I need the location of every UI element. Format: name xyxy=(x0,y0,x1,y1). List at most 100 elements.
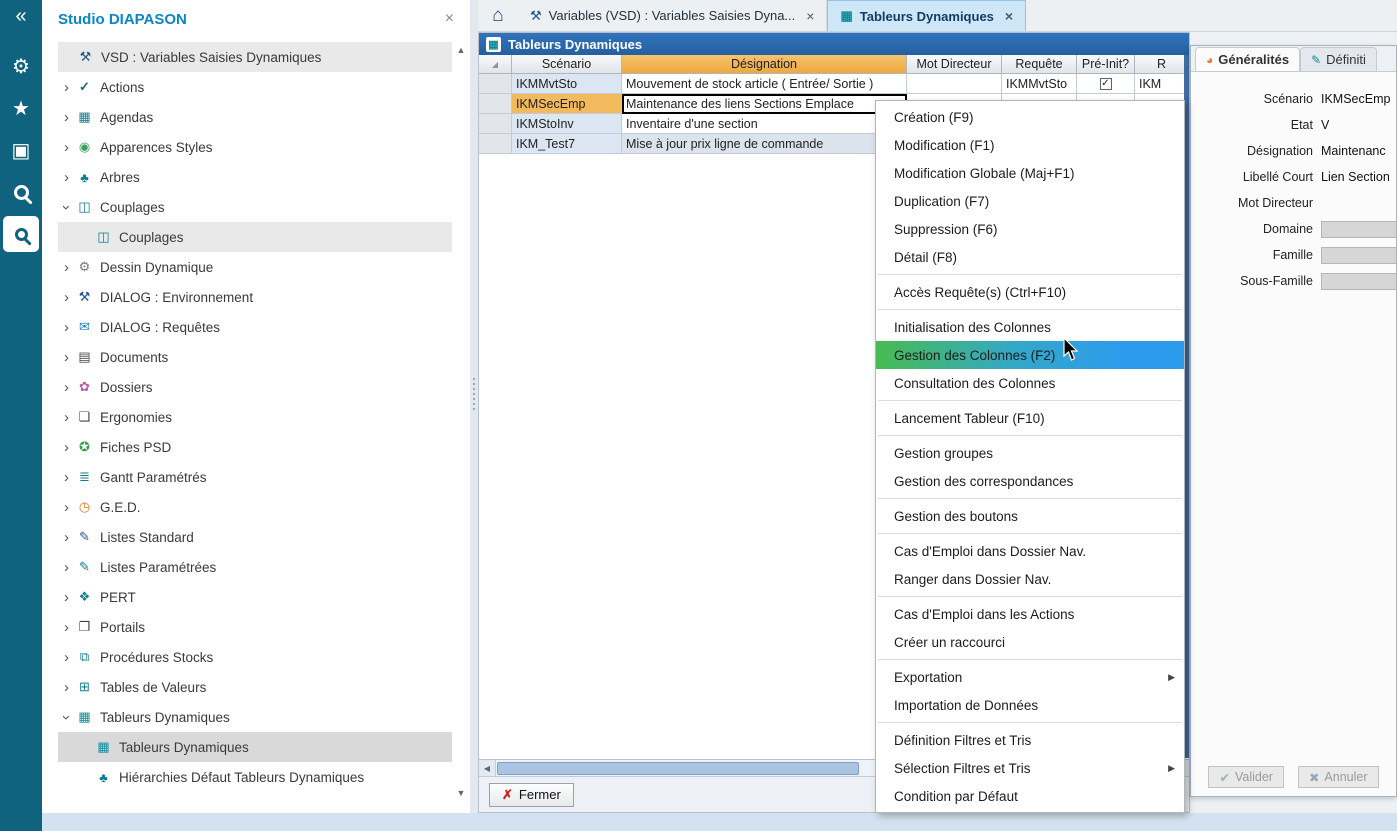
menu-item-modification-globale[interactable]: Modification Globale (Maj+F1) xyxy=(876,159,1184,187)
chevron-right-icon[interactable] xyxy=(58,649,75,666)
row-selector[interactable] xyxy=(479,134,512,154)
home-button[interactable]: ⌂ xyxy=(478,0,518,31)
row-selector[interactable] xyxy=(479,114,512,134)
row-selector[interactable] xyxy=(479,74,512,94)
column-header-scenario[interactable]: Scénario xyxy=(512,55,622,74)
scroll-up-icon[interactable]: ▲ xyxy=(454,44,468,56)
menu-item-condition-par-defaut[interactable]: Condition par Défaut xyxy=(876,782,1184,810)
scrollbar-thumb[interactable] xyxy=(497,762,859,775)
sidebar-item-ged[interactable]: ◷ G.E.D. xyxy=(58,492,452,522)
cell-scenario[interactable]: IKMMvtSto xyxy=(512,74,622,94)
sidebar-item-tableurs-dynamiques[interactable]: ▦ Tableurs Dynamiques xyxy=(58,732,452,762)
sidebar-item-agendas[interactable]: ▦ Agendas xyxy=(58,102,452,132)
menu-item-creation[interactable]: Création (F9) xyxy=(876,103,1184,131)
collapse-sidebar-button[interactable]: « xyxy=(3,2,39,30)
menu-item-exportation[interactable]: Exportation▶ xyxy=(876,663,1184,691)
annuler-button[interactable]: ✖ Annuler xyxy=(1298,766,1379,788)
sidebar-item-fiches-psd[interactable]: ✪ Fiches PSD xyxy=(58,432,452,462)
chevron-right-icon[interactable] xyxy=(58,529,75,546)
screens-button[interactable]: ▣ xyxy=(3,132,39,168)
chevron-right-icon[interactable] xyxy=(58,109,75,126)
studio-search-button-active[interactable] xyxy=(3,216,39,252)
sous-famille-input[interactable] xyxy=(1321,273,1397,290)
sidebar-item-dossiers[interactable]: ✿ Dossiers xyxy=(58,372,452,402)
sidebar-item-gantt-parametres[interactable]: ≣ Gantt Paramétrés xyxy=(58,462,452,492)
chevron-down-icon[interactable] xyxy=(58,199,75,216)
menu-item-selection-filtres-tris[interactable]: Sélection Filtres et Tris▶ xyxy=(876,754,1184,782)
tab-generalites[interactable]: ◕ Généralités xyxy=(1195,47,1300,71)
menu-item-modification[interactable]: Modification (F1) xyxy=(876,131,1184,159)
menu-item-cas-emploi-actions[interactable]: Cas d'Emploi dans les Actions xyxy=(876,600,1184,628)
cell-r[interactable]: IKM xyxy=(1135,74,1189,94)
cell-designation[interactable]: Inventaire d'une section xyxy=(622,114,907,134)
fermer-button[interactable]: ✗ Fermer xyxy=(489,783,574,807)
chevron-right-icon[interactable] xyxy=(58,439,75,456)
sidebar-item-couplages[interactable]: ◫ Couplages xyxy=(58,222,452,252)
close-icon[interactable]: × xyxy=(445,10,454,28)
chevron-right-icon[interactable] xyxy=(58,289,75,306)
tab-variables-vsd[interactable]: ⚒ Variables (VSD) : Variables Saisies Dy… xyxy=(518,0,827,31)
valider-button[interactable]: ✔ Valider xyxy=(1208,766,1283,788)
chevron-right-icon[interactable] xyxy=(58,169,75,186)
sidebar-item-vsd[interactable]: ⚒ VSD : Variables Saisies Dynamiques xyxy=(58,42,452,72)
checkbox-checked-icon[interactable]: ✓ xyxy=(1100,78,1112,90)
tab-tableurs-dynamiques[interactable]: ▦ Tableurs Dynamiques × xyxy=(827,0,1026,31)
menu-item-detail[interactable]: Détail (F8) xyxy=(876,243,1184,271)
column-header-mot-directeur[interactable]: Mot Directeur xyxy=(907,55,1002,74)
close-icon[interactable]: × xyxy=(1005,8,1013,24)
chevron-right-icon[interactable] xyxy=(58,559,75,576)
sidebar-item-dialog-environnement[interactable]: ⚒ DIALOG : Environnement xyxy=(58,282,452,312)
chevron-right-icon[interactable] xyxy=(58,679,75,696)
domaine-input[interactable] xyxy=(1321,221,1397,238)
chevron-right-icon[interactable] xyxy=(58,409,75,426)
close-icon[interactable]: × xyxy=(806,8,814,24)
column-header-requete[interactable]: Requête xyxy=(1002,55,1077,74)
chevron-right-icon[interactable] xyxy=(58,319,75,336)
menu-item-gestion-correspondances[interactable]: Gestion des correspondances xyxy=(876,467,1184,495)
cell-designation[interactable]: Mouvement de stock article ( Entrée/ Sor… xyxy=(622,74,907,94)
sidebar-item-procedures-stocks[interactable]: ⧉ Procédures Stocks xyxy=(58,642,452,672)
menu-item-creer-raccourci[interactable]: Créer un raccourci xyxy=(876,628,1184,656)
menu-item-gestion-groupes[interactable]: Gestion groupes xyxy=(876,439,1184,467)
chevron-right-icon[interactable] xyxy=(58,589,75,606)
sidebar-item-apparences-styles[interactable]: ◉ Apparences Styles xyxy=(58,132,452,162)
cell-designation-editing[interactable]: Maintenance des liens Sections Emplace xyxy=(622,94,907,114)
sidebar-item-dessin-dynamique[interactable]: ⚙ Dessin Dynamique xyxy=(58,252,452,282)
menu-item-acces-requetes[interactable]: Accès Requête(s) (Ctrl+F10) xyxy=(876,278,1184,306)
sidebar-item-pert[interactable]: ❖ PERT xyxy=(58,582,452,612)
chevron-right-icon[interactable] xyxy=(58,619,75,636)
favorites-button[interactable]: ★ xyxy=(3,90,39,126)
chevron-right-icon[interactable] xyxy=(58,379,75,396)
panel-splitter[interactable] xyxy=(470,0,478,813)
sidebar-item-dialog-requetes[interactable]: ✉ DIALOG : Requêtes xyxy=(58,312,452,342)
cell-scenario[interactable]: IKM_Test7 xyxy=(512,134,622,154)
cell-pre-init[interactable]: ✓ xyxy=(1077,74,1135,94)
menu-item-initialisation-colonnes[interactable]: Initialisation des Colonnes xyxy=(876,313,1184,341)
column-header-pre-init[interactable]: Pré-Init? xyxy=(1077,55,1135,74)
cell-scenario[interactable]: IKMSecEmp xyxy=(512,94,622,114)
row-selector[interactable] xyxy=(479,94,512,114)
menu-item-cas-emploi-dossier-nav[interactable]: Cas d'Emploi dans Dossier Nav. xyxy=(876,537,1184,565)
table-row[interactable]: IKMMvtSto Mouvement de stock article ( E… xyxy=(479,74,1189,94)
menu-item-importation-donnees[interactable]: Importation de Données xyxy=(876,691,1184,719)
menu-item-definition-filtres-tris[interactable]: Définition Filtres et Tris xyxy=(876,726,1184,754)
menu-item-suppression[interactable]: Suppression (F6) xyxy=(876,215,1184,243)
sidebar-item-couplages-group[interactable]: ◫ Couplages xyxy=(58,192,452,222)
column-header-designation[interactable]: Désignation xyxy=(622,55,907,74)
famille-input[interactable] xyxy=(1321,247,1397,264)
column-header-r[interactable]: R xyxy=(1135,55,1189,74)
chevron-right-icon[interactable] xyxy=(58,349,75,366)
sidebar-item-listes-parametrees[interactable]: ✎ Listes Paramétrées xyxy=(58,552,452,582)
menu-item-ranger-dossier-nav[interactable]: Ranger dans Dossier Nav. xyxy=(876,565,1184,593)
sidebar-item-tableurs-dynamiques-group[interactable]: ▦ Tableurs Dynamiques xyxy=(58,702,452,732)
scroll-left-button[interactable]: ◀ xyxy=(479,760,496,776)
scroll-down-icon[interactable]: ▼ xyxy=(454,787,468,799)
sidebar-item-portails[interactable]: ❐ Portails xyxy=(58,612,452,642)
menu-item-consultation-colonnes[interactable]: Consultation des Colonnes xyxy=(876,369,1184,397)
chevron-right-icon[interactable] xyxy=(58,79,75,96)
sidebar-scrollbar[interactable]: ▲ ▼ xyxy=(454,44,468,799)
tab-definitions[interactable]: ✎ Définiti xyxy=(1300,47,1377,71)
sidebar-item-actions[interactable]: ✓ Actions xyxy=(58,72,452,102)
sidebar-item-tables-de-valeurs[interactable]: ⊞ Tables de Valeurs xyxy=(58,672,452,702)
cell-designation[interactable]: Mise à jour prix ligne de commande xyxy=(622,134,907,154)
